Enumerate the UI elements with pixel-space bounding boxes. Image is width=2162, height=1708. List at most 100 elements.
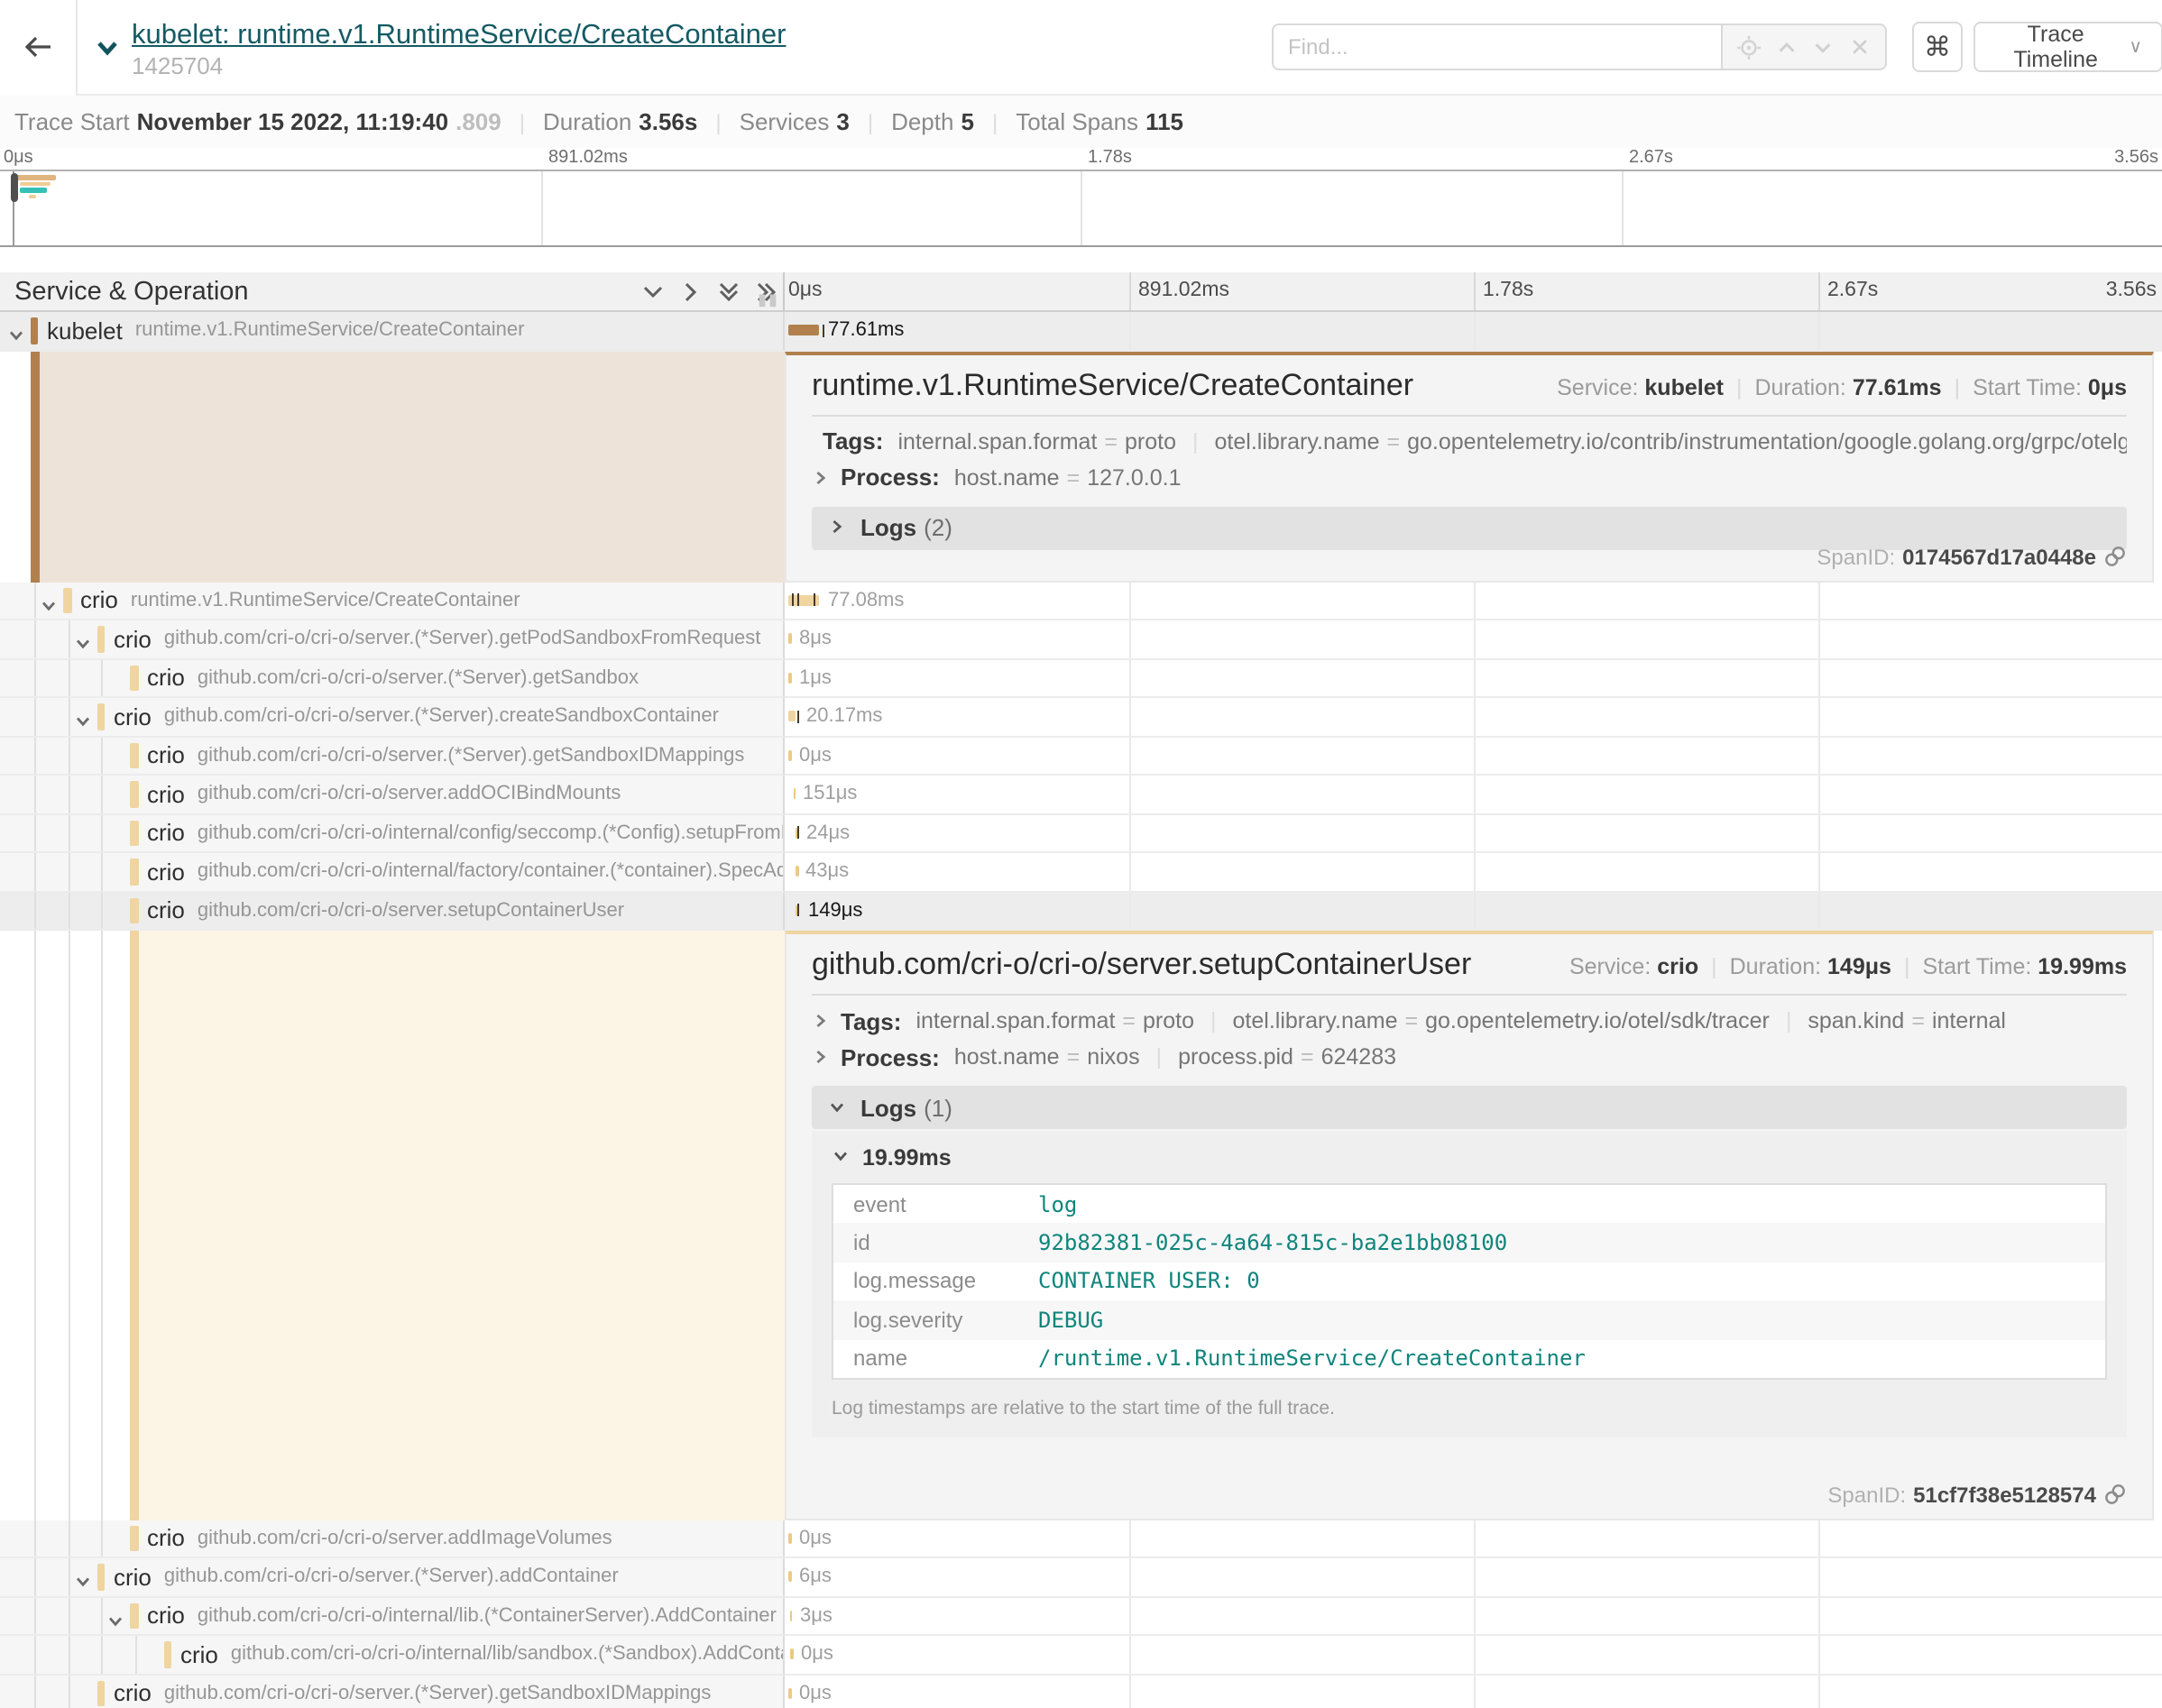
log-entry-toggle[interactable]: 19.99ms bbox=[832, 1145, 2107, 1171]
trace-view-select[interactable]: Trace Timeline ∨ bbox=[1973, 22, 2162, 72]
span-detail-row: runtime.v1.RuntimeService/CreateContaine… bbox=[0, 351, 2162, 582]
back-button[interactable] bbox=[0, 0, 78, 95]
log-field-row: eventlog bbox=[833, 1184, 2106, 1223]
trace-title-link[interactable]: kubelet: runtime.v1.RuntimeService/Creat… bbox=[132, 19, 786, 50]
logs-toggle[interactable]: Logs(1) bbox=[812, 1086, 2127, 1129]
span-row[interactable]: criogithub.com/cri-o/cri-o/server.(*Serv… bbox=[0, 737, 2162, 776]
span-name-cell[interactable]: kubeletruntime.v1.RuntimeService/CreateC… bbox=[0, 312, 785, 351]
span-name-cell[interactable]: criogithub.com/cri-o/cri-o/internal/lib.… bbox=[0, 1597, 785, 1636]
span-timeline-cell[interactable]: 20.17ms bbox=[785, 698, 2162, 737]
span-timeline-cell[interactable]: 3μs bbox=[785, 1597, 2162, 1636]
span-name-cell[interactable]: criogithub.com/cri-o/cri-o/server.(*Serv… bbox=[0, 1558, 785, 1597]
expand-one-icon[interactable] bbox=[678, 279, 704, 304]
deep-link-icon[interactable] bbox=[2103, 545, 2127, 568]
span-duration-bar[interactable] bbox=[788, 326, 818, 336]
minimap-scrubber-handle[interactable] bbox=[10, 173, 18, 202]
span-timeline-cell[interactable]: 1μs bbox=[785, 659, 2162, 698]
span-row[interactable]: criogithub.com/cri-o/cri-o/server.(*Serv… bbox=[0, 620, 2162, 659]
span-row[interactable]: criogithub.com/cri-o/cri-o/internal/lib.… bbox=[0, 1597, 2162, 1636]
span-duration-bar[interactable] bbox=[788, 712, 796, 722]
span-duration-bar[interactable] bbox=[793, 789, 796, 800]
span-row[interactable]: criogithub.com/cri-o/cri-o/server.(*Serv… bbox=[0, 1675, 2162, 1708]
span-name-cell[interactable]: criogithub.com/cri-o/cri-o/server.(*Serv… bbox=[0, 659, 785, 698]
span-operation-name: github.com/cri-o/cri-o/internal/factory/… bbox=[198, 861, 785, 883]
column-resize-grip[interactable]: ▮▮ bbox=[758, 290, 779, 310]
span-operation-name: github.com/cri-o/cri-o/server.(*Server).… bbox=[164, 706, 719, 728]
span-expand-chevron-icon[interactable] bbox=[73, 1568, 91, 1598]
span-duration-bar[interactable] bbox=[788, 634, 792, 645]
span-duration-bar[interactable] bbox=[790, 1649, 793, 1660]
span-row[interactable]: criogithub.com/cri-o/cri-o/internal/fact… bbox=[0, 853, 2162, 892]
span-duration-bar[interactable] bbox=[788, 673, 791, 684]
span-expand-chevron-icon[interactable] bbox=[73, 630, 91, 660]
span-expand-chevron-icon[interactable] bbox=[6, 322, 24, 352]
span-timeline-cell[interactable]: 8μs bbox=[785, 620, 2162, 659]
deep-link-icon[interactable] bbox=[2103, 1483, 2127, 1506]
logs-toggle[interactable]: Logs(2) bbox=[812, 506, 2127, 549]
span-row[interactable]: criogithub.com/cri-o/cri-o/server.addIma… bbox=[0, 1520, 2162, 1558]
chevron-up-icon[interactable] bbox=[1774, 35, 1798, 59]
span-row[interactable]: criogithub.com/cri-o/cri-o/server.(*Serv… bbox=[0, 1558, 2162, 1597]
find-input[interactable] bbox=[1272, 23, 1723, 70]
span-duration-bar[interactable] bbox=[789, 1611, 792, 1621]
span-timeline-cell[interactable]: 77.08ms bbox=[785, 582, 2162, 620]
span-duration-label: 20.17ms bbox=[806, 706, 882, 728]
span-name-cell[interactable]: criogithub.com/cri-o/cri-o/server.addOCI… bbox=[0, 776, 785, 814]
span-duration-bar[interactable] bbox=[796, 867, 798, 877]
span-row[interactable]: criogithub.com/cri-o/cri-o/server.(*Serv… bbox=[0, 659, 2162, 698]
chevron-down-icon[interactable] bbox=[1812, 35, 1835, 59]
span-expand-chevron-icon[interactable] bbox=[40, 592, 58, 621]
span-row[interactable]: criogithub.com/cri-o/cri-o/server.setupC… bbox=[0, 892, 2162, 931]
span-timeline-cell[interactable]: 149μs bbox=[785, 892, 2162, 931]
span-name-cell[interactable]: criogithub.com/cri-o/cri-o/server.addIma… bbox=[0, 1520, 785, 1558]
trace-header-collapse-chevron-icon[interactable] bbox=[94, 33, 121, 60]
span-timeline-cell[interactable]: 0μs bbox=[785, 1636, 2162, 1675]
tags-section[interactable]: Tags:internal.span.format=proto|otel.lib… bbox=[812, 423, 2127, 459]
tree-guide-line bbox=[69, 931, 70, 1520]
span-row[interactable]: criogithub.com/cri-o/cri-o/server.addOCI… bbox=[0, 776, 2162, 814]
span-row[interactable]: criogithub.com/cri-o/cri-o/internal/lib/… bbox=[0, 1636, 2162, 1675]
span-name-cell[interactable]: criogithub.com/cri-o/cri-o/server.(*Serv… bbox=[0, 1675, 785, 1708]
span-expand-chevron-icon[interactable] bbox=[73, 708, 91, 738]
span-name-cell[interactable]: crioruntime.v1.RuntimeService/CreateCont… bbox=[0, 582, 785, 620]
span-name-cell[interactable]: criogithub.com/cri-o/cri-o/server.(*Serv… bbox=[0, 620, 785, 659]
span-name-cell[interactable]: criogithub.com/cri-o/cri-o/server.(*Serv… bbox=[0, 698, 785, 737]
process-section[interactable]: Process:host.name=127.0.0.1 bbox=[812, 459, 2127, 495]
minimap-canvas[interactable] bbox=[0, 170, 2162, 247]
span-timeline-cell[interactable]: 0μs bbox=[785, 737, 2162, 776]
span-timeline-cell[interactable]: 6μs bbox=[785, 1558, 2162, 1597]
span-color-bar bbox=[130, 859, 138, 885]
span-timeline-cell[interactable]: 43μs bbox=[785, 853, 2162, 892]
span-expand-chevron-icon[interactable] bbox=[106, 1607, 124, 1637]
span-timeline-cell[interactable]: 151μs bbox=[785, 776, 2162, 814]
clear-icon[interactable] bbox=[1849, 36, 1871, 58]
span-name-cell[interactable]: criogithub.com/cri-o/cri-o/server.(*Serv… bbox=[0, 737, 785, 776]
locate-icon[interactable] bbox=[1737, 35, 1761, 59]
collapse-all-icon[interactable] bbox=[716, 279, 741, 304]
span-timeline-cell[interactable]: 0μs bbox=[785, 1520, 2162, 1558]
tags-section[interactable]: Tags:internal.span.format=proto|otel.lib… bbox=[812, 1003, 2127, 1039]
span-duration-bar[interactable] bbox=[788, 750, 791, 761]
tags-section-label: Tags: bbox=[823, 427, 883, 455]
summary-value: 5 bbox=[961, 108, 973, 135]
process-section[interactable]: Process:host.name=nixos|process.pid=6242… bbox=[812, 1039, 2127, 1075]
span-timeline-cell[interactable]: 24μs bbox=[785, 814, 2162, 853]
span-timeline-cell[interactable]: 0μs bbox=[785, 1675, 2162, 1708]
span-service-name: kubelet bbox=[47, 317, 123, 344]
span-row[interactable]: crioruntime.v1.RuntimeService/CreateCont… bbox=[0, 582, 2162, 620]
span-duration-bar[interactable] bbox=[788, 1572, 791, 1583]
span-row[interactable]: kubeletruntime.v1.RuntimeService/CreateC… bbox=[0, 312, 2162, 351]
span-name-cell[interactable]: criogithub.com/cri-o/cri-o/internal/conf… bbox=[0, 814, 785, 853]
span-name-cell[interactable]: criogithub.com/cri-o/cri-o/internal/lib/… bbox=[0, 1636, 785, 1675]
span-name-cell[interactable]: criogithub.com/cri-o/cri-o/server.setupC… bbox=[0, 892, 785, 931]
span-timeline-cell[interactable]: 77.61ms bbox=[785, 312, 2162, 351]
span-row[interactable]: criogithub.com/cri-o/cri-o/server.(*Serv… bbox=[0, 698, 2162, 737]
collapse-one-icon[interactable] bbox=[640, 279, 666, 304]
span-duration-bar[interactable] bbox=[788, 1688, 791, 1699]
keyboard-shortcuts-button[interactable]: ⌘ bbox=[1912, 22, 1963, 72]
span-duration-bar[interactable] bbox=[788, 1533, 791, 1544]
span-color-bar bbox=[130, 781, 138, 807]
span-row[interactable]: criogithub.com/cri-o/cri-o/internal/conf… bbox=[0, 814, 2162, 853]
span-name-cell[interactable]: criogithub.com/cri-o/cri-o/internal/fact… bbox=[0, 853, 785, 892]
tree-guide-line bbox=[102, 853, 104, 890]
